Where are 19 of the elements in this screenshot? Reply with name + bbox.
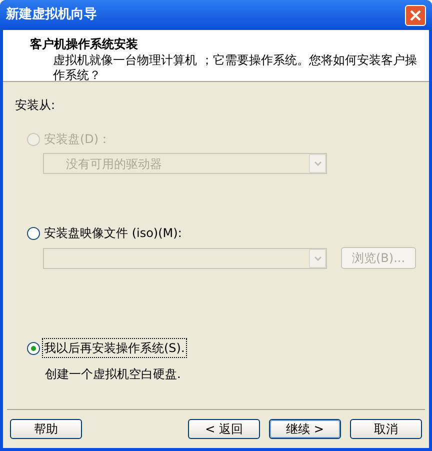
chevron-down-icon: [314, 161, 322, 166]
dialog-button[interactable]: 取消: [350, 419, 422, 439]
dialog-button[interactable]: 帮助: [10, 419, 82, 439]
close-button[interactable]: [405, 4, 426, 26]
radio-button[interactable]: [27, 226, 40, 240]
dropdown-value: 没有可用的驱动器: [66, 156, 162, 172]
window-title: 新建虚拟机向导: [6, 6, 97, 24]
dialog-button[interactable]: 继续 >: [269, 419, 341, 439]
radio-label: 我以后再安装操作系统(S).: [43, 339, 186, 357]
radio-button[interactable]: [27, 342, 40, 354]
page-title: 客户机操作系统安装: [30, 36, 139, 53]
close-icon: [410, 10, 421, 20]
chevron-down-icon: [314, 256, 322, 260]
dialog-button[interactable]: < 返回: [188, 419, 260, 439]
option-description: 创建一个虚拟机空白硬盘.: [45, 366, 182, 383]
radio-label: 安装盘(D)：: [43, 131, 112, 148]
page-description: 虚拟机就像一台物理计算机 ；它需要操作系统。您将如何安装客户操作系统？: [52, 53, 418, 83]
radio-label: 安装盘映像文件 (iso)(M):: [43, 225, 183, 242]
section-label: 安装从:: [15, 97, 56, 114]
